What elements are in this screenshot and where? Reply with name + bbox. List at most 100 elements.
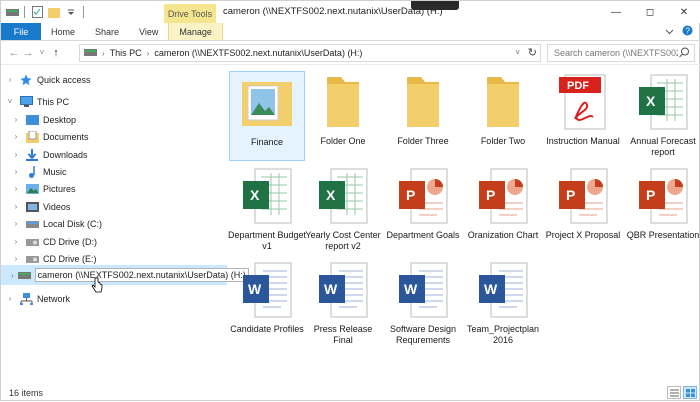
file-item-candidate-profiles[interactable]: W Candidate Profiles [229,259,305,349]
collapse-chevron-icon[interactable]: ˅ [5,97,15,106]
address-dropdown-icon[interactable]: ˅ [515,48,520,57]
navigation-pane: › Quick access ˅ This PC › Desktop › Doc… [1,65,249,383]
forward-arrow-icon[interactable]: → [21,43,35,63]
breadcrumb-current-drive[interactable]: cameron (\\NEXTFS002.next.nutanix\UserDa… [154,48,362,58]
nav-item-this-pc[interactable]: ˅ This PC [1,93,69,110]
customize-toolbar-icon[interactable] [64,5,78,19]
expand-chevron-icon[interactable]: › [11,219,21,228]
file-item-software-design-requrements[interactable]: W Software Design Requrements [385,259,461,349]
file-item-project-x-proposal[interactable]: P Project X Proposal [545,165,621,255]
star-icon [19,73,33,87]
expand-chevron-icon[interactable]: › [5,75,15,84]
expand-chevron-icon[interactable]: › [11,150,21,159]
close-icon[interactable]: ✕ [667,1,700,23]
expand-chevron-icon[interactable]: › [11,115,21,124]
tab-file[interactable]: File [1,23,41,40]
new-folder-icon[interactable] [47,5,61,19]
expand-chevron-icon[interactable]: › [11,237,21,246]
up-arrow-icon[interactable]: ↑ [49,43,63,63]
file-item-department-goals[interactable]: P Department Goals [385,165,461,255]
window-title: cameron (\\NEXTFS002.next.nutanix\UserDa… [223,6,443,17]
svg-text:W: W [404,281,418,297]
nav-item-cameron-drive-h[interactable]: › cameron (\\NEXTFS002.next.nutanix\User… [1,265,249,285]
file-item-yearly-cost-center-report[interactable]: X Yearly Cost Center report v2 [305,165,381,255]
file-item-folder-two[interactable]: Folder Two [465,71,541,161]
file-explorer-window: Drive Tools cameron (\\NEXTFS002.next.nu… [0,0,700,401]
network-icon [19,292,33,306]
music-icon [25,165,39,179]
search-input[interactable] [554,48,678,58]
svg-text:X: X [646,93,656,109]
file-list: Finance Folder One Folder Three Folder T… [227,65,700,383]
address-bar[interactable]: › This PC › cameron (\\NEXTFS002.next.nu… [79,44,541,62]
breadcrumb-chevron-icon[interactable]: › [147,49,150,58]
folder-icon [473,71,533,133]
file-item-team-projectplan-2016[interactable]: W Team_Projectplan 2016 [465,259,541,349]
help-icon[interactable]: ? [682,25,693,38]
expand-chevron-icon[interactable]: › [11,202,21,211]
network-drive-icon [17,268,31,282]
tab-manage[interactable]: Manage [168,23,223,40]
recent-locations-icon[interactable]: ˅ [35,43,49,63]
nav-item-pictures[interactable]: › Pictures [11,180,76,197]
file-item-press-release-final[interactable]: W Press Release Final [305,259,381,349]
back-arrow-icon[interactable]: ← [7,43,21,63]
svg-text:W: W [324,281,338,297]
file-item-annual-forecast-report[interactable]: X Annual Forecast report [625,71,700,161]
minimize-icon[interactable]: — [599,1,633,23]
maximize-icon[interactable]: ◻ [633,1,667,23]
refresh-icon[interactable]: ↻ [528,46,537,59]
tab-home[interactable]: Home [41,23,85,40]
file-name: Team_Projectplan 2016 [466,324,540,345]
svg-text:W: W [484,281,498,297]
expand-chevron-icon[interactable]: › [11,167,21,176]
search-icon[interactable] [679,47,690,60]
file-item-instruction-manual[interactable]: PDF Instruction Manual [545,71,621,161]
breadcrumb-this-pc[interactable]: This PC [110,48,142,58]
tab-view[interactable]: View [129,23,168,40]
file-name: Department Budget v1 [227,230,307,251]
file-item-oranization-chart[interactable]: P Oranization Chart [465,165,541,255]
drive-icon [5,5,19,19]
details-view-icon[interactable] [667,386,681,399]
file-name: Yearly Cost Center report v2 [305,230,381,251]
file-item-department-budget-v1[interactable]: X Department Budget v1 [227,165,307,255]
expand-ribbon-icon[interactable] [665,27,674,37]
context-tab-drive-tools: Drive Tools [164,4,216,23]
nav-item-music[interactable]: › Music [11,163,67,180]
nav-item-downloads[interactable]: › Downloads [11,146,88,163]
properties-icon[interactable] [30,5,44,19]
nav-item-cd-drive-d[interactable]: › CD Drive (D:) [11,233,97,250]
nav-item-quick-access[interactable]: › Quick access [1,71,91,88]
expand-chevron-icon[interactable]: › [11,254,21,263]
nav-item-documents[interactable]: › Documents [11,128,89,145]
file-name: Candidate Profiles [230,324,304,334]
tab-share[interactable]: Share [85,23,129,40]
file-item-finance[interactable]: Finance [229,71,305,161]
ribbon-tabs: File Home Share View Manage ? [1,23,700,41]
file-item-folder-one[interactable]: Folder One [305,71,381,161]
large-icons-view-icon[interactable] [683,386,697,399]
title-bar: Drive Tools cameron (\\NEXTFS002.next.nu… [1,1,700,23]
search-box[interactable] [547,44,695,62]
file-item-folder-three[interactable]: Folder Three [385,71,461,161]
expand-chevron-icon[interactable]: › [11,271,14,280]
expand-chevron-icon[interactable]: › [5,294,15,303]
view-switcher [667,386,697,399]
nav-item-local-disk-c[interactable]: › Local Disk (C:) [11,215,102,232]
file-item-qbr-presentation[interactable]: P QBR Presentation [625,165,700,255]
expand-chevron-icon[interactable]: › [11,184,21,193]
powerpoint-icon: P [633,165,693,227]
nav-item-label: Downloads [43,149,88,160]
expand-chevron-icon[interactable]: › [11,132,21,141]
nav-item-videos[interactable]: › Videos [11,198,70,215]
nav-item-desktop[interactable]: › Desktop [11,111,76,128]
vertical-scrollbar[interactable] [691,65,699,383]
nav-item-label[interactable]: cameron (\\NEXTFS002.next.nutanix\UserDa… [34,268,249,282]
nav-item-network[interactable]: › Network [1,290,70,307]
quick-access-toolbar [1,1,86,23]
file-name: Project X Proposal [545,230,621,240]
breadcrumb-chevron-icon[interactable]: › [102,49,105,58]
pdf-icon: PDF [553,71,613,133]
nav-item-label: Quick access [37,74,91,85]
